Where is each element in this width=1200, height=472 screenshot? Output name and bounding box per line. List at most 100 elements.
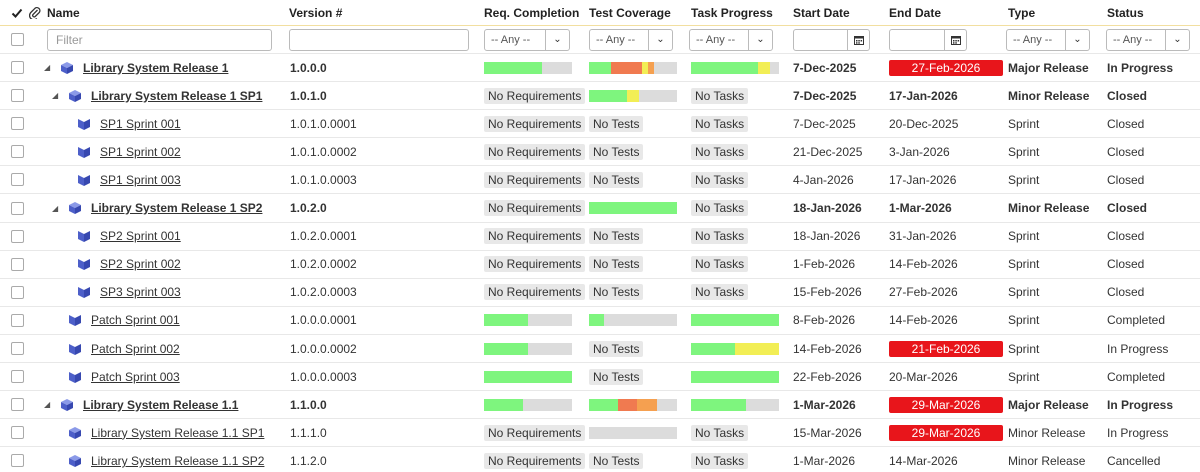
- status-filter-select[interactable]: -- Any -- ⌄: [1106, 28, 1190, 51]
- release-name-link[interactable]: Library System Release 1 SP2: [91, 201, 262, 215]
- collapse-triangle-icon[interactable]: ◢: [44, 400, 54, 409]
- row-checkbox[interactable]: [11, 370, 24, 384]
- table-row[interactable]: SP1 Sprint 001 1.0.1.0.0001 No Requirement…: [0, 110, 1200, 139]
- collapse-toggle[interactable]: ◢: [44, 54, 54, 81]
- table-row[interactable]: SP2 Sprint 002 1.0.2.0.0002 No Requirement…: [0, 251, 1200, 279]
- release-name-link[interactable]: Patch Sprint 002: [91, 342, 180, 356]
- header-req-completion[interactable]: Req. Completion: [484, 0, 579, 25]
- release-name-link[interactable]: SP1 Sprint 002: [100, 145, 181, 159]
- release-name-link[interactable]: SP2 Sprint 002: [100, 257, 181, 271]
- task-progress-bar[interactable]: [691, 61, 779, 74]
- release-name-link[interactable]: Library System Release 1: [83, 61, 228, 75]
- end-date-filter[interactable]: [889, 28, 967, 51]
- release-name-link[interactable]: Library System Release 1 SP1: [91, 89, 262, 103]
- test-coverage-cell: [589, 419, 677, 446]
- table-row[interactable]: Patch Sprint 001 1.0.0.0.0001 8-Feb-2026 14…: [0, 307, 1200, 335]
- row-checkbox[interactable]: [11, 426, 24, 440]
- collapse-toggle[interactable]: ◢: [44, 391, 54, 418]
- task-progress-cell: No Tasks: [691, 447, 749, 472]
- collapse-triangle-icon[interactable]: ◢: [52, 204, 62, 213]
- table-row[interactable]: ◢ Library System Release 1 SP2 1.0.2.0 No R…: [0, 195, 1200, 223]
- calendar-icon[interactable]: [847, 29, 869, 50]
- test-coverage-empty-label: No Tests: [589, 340, 644, 357]
- start-date: 7-Dec-2025: [793, 116, 856, 131]
- release-type: Sprint: [1008, 229, 1040, 244]
- start-date-filter[interactable]: [793, 28, 870, 51]
- header-test-coverage[interactable]: Test Coverage: [589, 0, 671, 25]
- version-filter-input[interactable]: [289, 28, 469, 51]
- task-filter-select[interactable]: -- Any -- ⌄: [689, 28, 773, 51]
- table-row[interactable]: ◢ Library System Release 1.1 1.1.0.0 1-Mar-…: [0, 391, 1200, 420]
- req-completion-bar-segment: [484, 61, 543, 74]
- req-completion-bar[interactable]: [484, 314, 572, 327]
- row-checkbox[interactable]: [11, 117, 24, 131]
- test-coverage-bar[interactable]: [589, 426, 677, 439]
- calendar-icon[interactable]: [944, 29, 966, 50]
- release-name-link[interactable]: SP3 Sprint 003: [100, 285, 181, 299]
- release-name-link[interactable]: Patch Sprint 003: [91, 370, 180, 384]
- task-progress-bar[interactable]: [691, 314, 779, 327]
- table-row[interactable]: SP3 Sprint 003 1.0.2.0.0003 No Requirement…: [0, 279, 1200, 307]
- req-completion-bar[interactable]: [484, 342, 572, 355]
- test-coverage-bar[interactable]: [589, 202, 677, 215]
- req-completion-bar[interactable]: [484, 398, 572, 411]
- header-version[interactable]: Version #: [289, 0, 342, 25]
- collapse-toggle[interactable]: ◢: [52, 195, 62, 222]
- table-row[interactable]: SP1 Sprint 002 1.0.1.0.0002 No Requirement…: [0, 138, 1200, 167]
- req-completion-bar[interactable]: [484, 370, 572, 383]
- release-name-link[interactable]: Library System Release 1.1 SP1: [91, 426, 264, 440]
- table-row[interactable]: Patch Sprint 002 1.0.0.0.0002 No Tests 14-F…: [0, 335, 1200, 364]
- release-name-link[interactable]: SP1 Sprint 001: [100, 117, 181, 131]
- table-row[interactable]: SP2 Sprint 001 1.0.2.0.0001 No Requirement…: [0, 223, 1200, 251]
- test-coverage-bar[interactable]: [589, 61, 677, 74]
- req-filter-select[interactable]: -- Any -- ⌄: [484, 28, 570, 51]
- row-checkbox[interactable]: [11, 454, 24, 468]
- table-row[interactable]: Patch Sprint 003 1.0.0.0.0003 No Tests 22-F…: [0, 363, 1200, 392]
- row-checkbox[interactable]: [11, 145, 24, 159]
- test-coverage-bar[interactable]: [589, 89, 677, 102]
- header-start-date[interactable]: Start Date: [793, 0, 850, 25]
- release-status: Closed: [1107, 257, 1145, 272]
- table-row[interactable]: SP1 Sprint 003 1.0.1.0.0003 No Requirement…: [0, 166, 1200, 195]
- row-checkbox[interactable]: [11, 61, 24, 75]
- header-type[interactable]: Type: [1008, 0, 1035, 25]
- task-progress-bar[interactable]: [691, 370, 779, 383]
- collapse-triangle-icon[interactable]: ◢: [44, 63, 54, 72]
- test-coverage-bar[interactable]: [589, 314, 677, 327]
- release-name-link[interactable]: Library System Release 1.1: [83, 398, 238, 412]
- test-filter-select[interactable]: -- Any -- ⌄: [589, 28, 673, 51]
- release-name-link[interactable]: SP2 Sprint 001: [100, 229, 181, 243]
- test-coverage-bar-segment: [611, 61, 642, 74]
- release-name-link[interactable]: Patch Sprint 001: [91, 313, 180, 327]
- collapse-toggle[interactable]: ◢: [52, 82, 62, 109]
- row-checkbox[interactable]: [11, 229, 24, 243]
- row-checkbox[interactable]: [11, 89, 24, 103]
- row-checkbox[interactable]: [11, 342, 24, 356]
- table-row[interactable]: ◢ Library System Release 1 SP1 1.0.1.0 No R…: [0, 82, 1200, 111]
- header-name[interactable]: Name: [47, 0, 80, 25]
- select-all-checkbox[interactable]: [11, 33, 24, 46]
- row-checkbox[interactable]: [11, 313, 24, 327]
- task-progress-bar[interactable]: [691, 398, 779, 411]
- release-name-link[interactable]: SP1 Sprint 003: [100, 173, 181, 187]
- select-all-icon[interactable]: [11, 0, 23, 25]
- release-name-link[interactable]: Library System Release 1.1 SP2: [91, 454, 264, 468]
- test-coverage-bar[interactable]: [589, 398, 677, 411]
- header-end-date[interactable]: End Date: [889, 0, 941, 25]
- table-row[interactable]: ◢ Library System Release 1 1.0.0.0 7-Dec-20…: [0, 54, 1200, 83]
- row-checkbox[interactable]: [11, 398, 24, 412]
- type-filter-select[interactable]: -- Any -- ⌄: [1006, 28, 1090, 51]
- table-row[interactable]: Library System Release 1.1 SP1 1.1.1.0 No …: [0, 419, 1200, 448]
- header-task-progress[interactable]: Task Progress: [691, 0, 773, 25]
- collapse-triangle-icon[interactable]: ◢: [52, 91, 62, 100]
- name-filter-input[interactable]: [47, 28, 272, 51]
- row-checkbox[interactable]: [11, 201, 24, 215]
- row-checkbox[interactable]: [11, 173, 24, 187]
- req-completion-cell: No Requirements: [484, 82, 586, 109]
- row-checkbox[interactable]: [11, 285, 24, 299]
- task-progress-bar[interactable]: [691, 342, 779, 355]
- table-row[interactable]: Library System Release 1.1 SP2 1.1.2.0 No …: [0, 447, 1200, 472]
- row-checkbox[interactable]: [11, 257, 24, 271]
- header-status[interactable]: Status: [1107, 0, 1144, 25]
- req-completion-bar[interactable]: [484, 61, 572, 74]
